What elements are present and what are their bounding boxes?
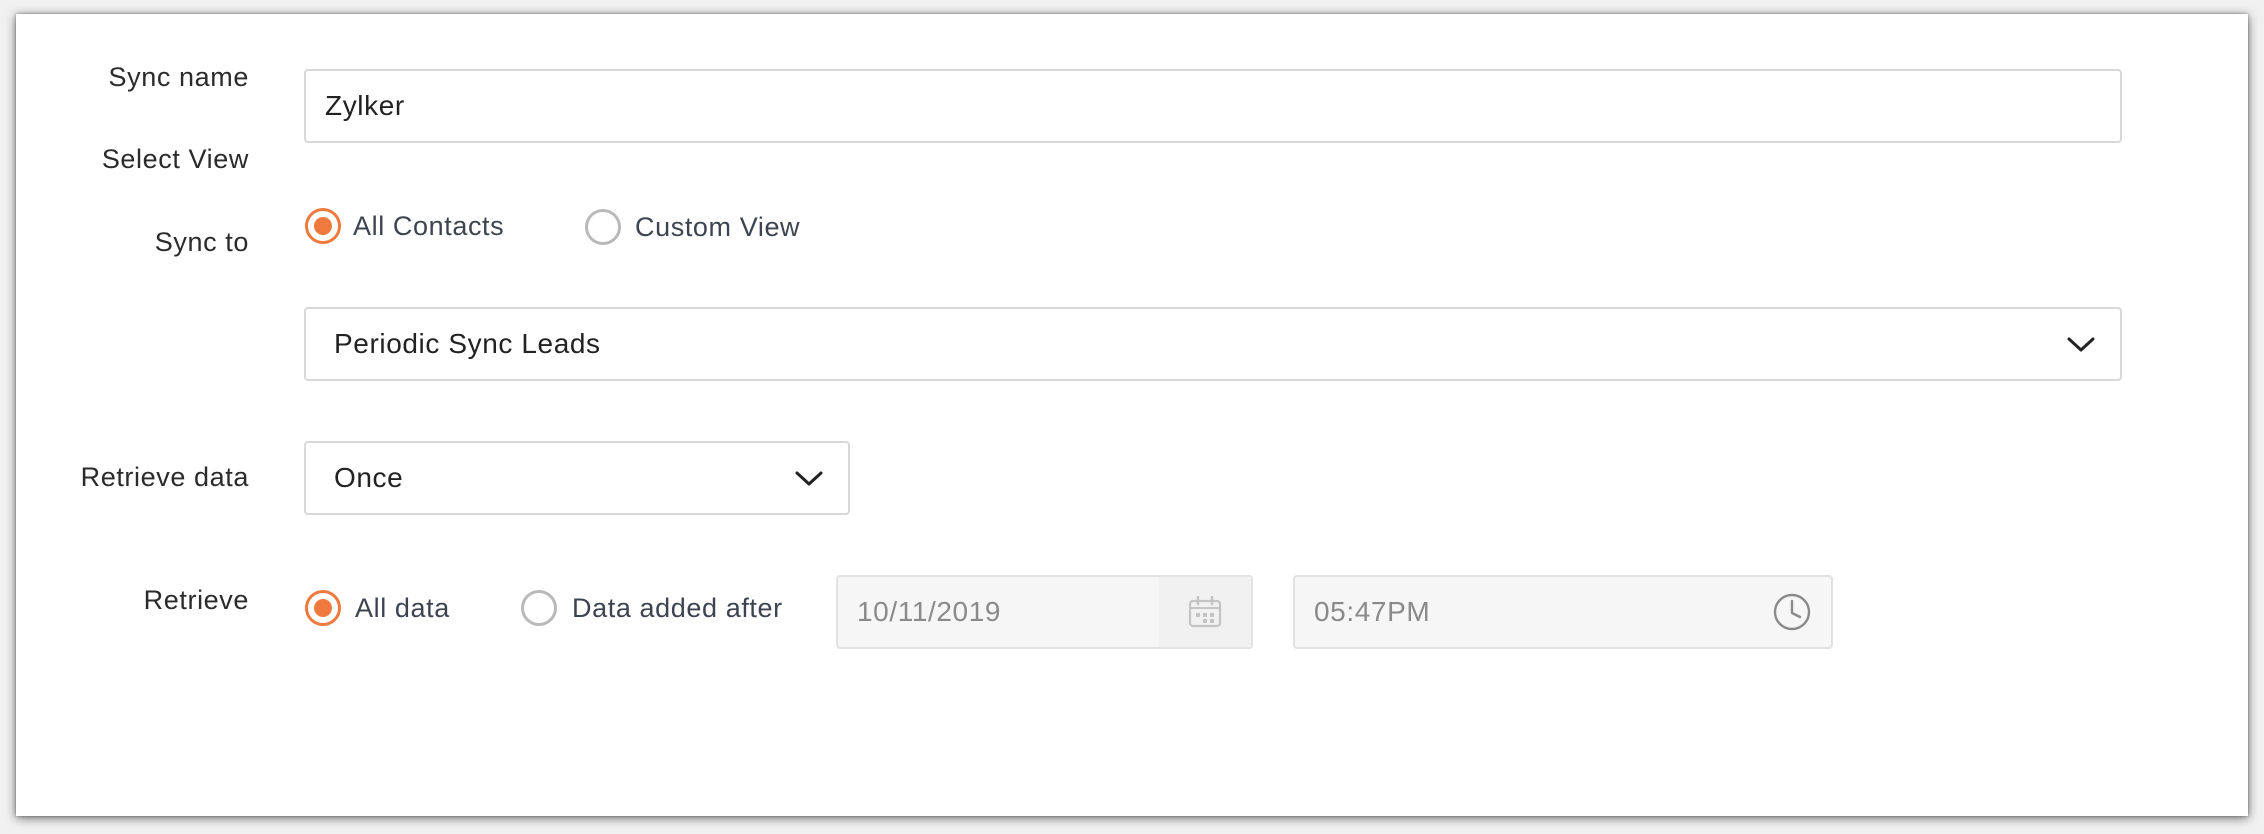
clock-icon	[1773, 593, 1811, 631]
custom-view-radio[interactable]	[585, 209, 621, 245]
chevron-down-icon	[2067, 337, 2095, 352]
date-picker-button[interactable]	[1159, 577, 1251, 647]
all-data-radio[interactable]	[305, 590, 341, 626]
date-value: 10/11/2019	[857, 596, 1002, 627]
data-added-after-label: Data added after	[572, 592, 783, 623]
calendar-icon	[1188, 596, 1222, 628]
date-input[interactable]: 10/11/2019	[836, 575, 1253, 649]
sync-to-label: Sync to	[154, 227, 249, 257]
sync-name-value: Zylker	[325, 90, 405, 121]
select-view-option-all-contacts[interactable]: All Contacts	[305, 208, 504, 244]
retrieve-data-value: Once	[334, 462, 404, 493]
sync-name-input[interactable]: Zylker	[304, 69, 2122, 143]
sync-to-select[interactable]: Periodic Sync Leads	[304, 307, 2122, 381]
chevron-down-icon	[795, 471, 823, 486]
retrieve-data-select[interactable]: Once	[304, 441, 850, 515]
retrieve-option-data-added-after[interactable]: Data added after	[521, 590, 783, 626]
sync-to-value: Periodic Sync Leads	[334, 328, 601, 359]
time-picker-button[interactable]	[1767, 577, 1817, 647]
time-input[interactable]: 05:47PM	[1293, 575, 1833, 649]
time-value: 05:47PM	[1314, 596, 1431, 627]
all-data-label: All data	[355, 592, 450, 623]
all-contacts-label: All Contacts	[353, 210, 505, 241]
data-added-after-radio[interactable]	[521, 590, 557, 626]
retrieve-data-label: Retrieve data	[80, 462, 249, 492]
sync-settings-card: Sync name Zylker Select View All Contact…	[16, 14, 2248, 816]
select-view-option-custom-view[interactable]: Custom View	[585, 209, 800, 245]
retrieve-label: Retrieve	[143, 585, 249, 615]
select-view-label: Select View	[101, 144, 249, 174]
sync-name-label: Sync name	[108, 62, 249, 92]
all-contacts-radio[interactable]	[305, 208, 341, 244]
retrieve-option-all-data[interactable]: All data	[305, 590, 450, 626]
custom-view-label: Custom View	[635, 211, 801, 242]
